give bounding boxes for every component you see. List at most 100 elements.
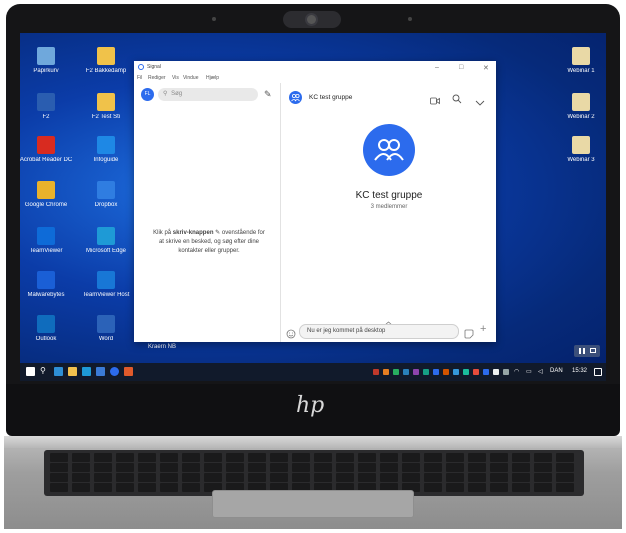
keyboard-key (380, 473, 398, 482)
menu-file[interactable]: Fil (137, 75, 142, 81)
group-avatar-large (363, 124, 415, 176)
tray-icon[interactable] (503, 369, 509, 375)
keyboard-key (72, 453, 90, 462)
taskview-icon[interactable] (54, 367, 63, 376)
touchpad (212, 490, 414, 518)
keyboard-key (226, 463, 244, 472)
tray-icon[interactable] (443, 369, 449, 375)
tray-icon[interactable] (463, 369, 469, 375)
screen-icon (590, 348, 596, 353)
tray-icon[interactable] (393, 369, 399, 375)
tray-icon[interactable] (493, 369, 499, 375)
desktop-icon[interactable]: Outlook (20, 315, 75, 343)
keyboard-key (490, 463, 508, 472)
desktop-icon[interactable]: TeamViewer (20, 227, 75, 255)
profile-avatar[interactable]: FL (141, 88, 154, 101)
desktop-icon[interactable]: F2 Bakkedamp (77, 47, 135, 75)
keyboard-key (358, 453, 376, 462)
battery-icon[interactable]: ▭ (526, 368, 535, 377)
desktop-icon[interactable]: F2 (20, 93, 75, 121)
tray-icon[interactable] (373, 369, 379, 375)
desktop-icon-label: Infoguide (93, 157, 119, 163)
menu-window[interactable]: Vindue (183, 75, 198, 81)
signal-window: Signal – □ ✕ Fil Rediger Vis Vindue Hjæl… (134, 61, 496, 342)
keyboard-key (50, 473, 68, 482)
keyboard-key (116, 453, 134, 462)
tray-icon[interactable] (413, 369, 419, 375)
attach-plus-icon[interactable]: + (480, 323, 486, 335)
app-icon (37, 227, 55, 245)
overlay-controls[interactable] (574, 345, 600, 357)
tray-icon[interactable] (423, 369, 429, 375)
maximize-button[interactable]: □ (459, 64, 463, 71)
conversation-title[interactable]: KC test gruppe (309, 94, 352, 101)
desktop-icon[interactable]: Webinar 3 (552, 136, 606, 164)
menu-view[interactable]: Vis (172, 75, 179, 81)
keyboard-key (72, 463, 90, 472)
desktop-icon[interactable]: Infoguide (77, 136, 135, 164)
app-icon[interactable] (124, 367, 133, 376)
volume-icon[interactable]: ◁ (538, 368, 547, 377)
keyboard-key (160, 483, 178, 492)
keyboard-key (182, 463, 200, 472)
menu-bar: Fil Rediger Vis Vindue Hjælp (134, 73, 496, 83)
desktop-icon[interactable]: F2 Test Sti (77, 93, 135, 121)
notification-icon[interactable] (594, 368, 602, 376)
clock[interactable]: 15:32 (572, 368, 587, 374)
desktop-icon-label: TeamViewer (29, 248, 63, 254)
desktop-icon[interactable]: Acrobat Reader DC (20, 136, 75, 164)
search-icon[interactable]: ⚲ (40, 366, 49, 375)
signal-taskbar-icon[interactable] (110, 367, 119, 376)
desktop-icon[interactable]: Webinar 2 (552, 93, 606, 121)
tray-icon[interactable] (453, 369, 459, 375)
desktop-icon[interactable]: Webinar 1 (552, 47, 606, 75)
language-indicator[interactable]: DAN (550, 368, 563, 374)
sticker-icon[interactable] (464, 326, 474, 344)
window-title: Signal (147, 64, 161, 70)
keyboard-key (204, 473, 222, 482)
menu-help[interactable]: Hjælp (206, 75, 219, 81)
tray-icon[interactable] (383, 369, 389, 375)
keyboard-key (490, 453, 508, 462)
tray-icon[interactable] (473, 369, 479, 375)
desktop-icon[interactable]: TeamViewer Host (77, 271, 135, 299)
app-icon (97, 181, 115, 199)
desktop-icon[interactable]: Microsoft Edge (77, 227, 135, 255)
keyboard-key (314, 453, 332, 462)
wifi-icon[interactable]: ◠ (514, 368, 523, 377)
desktop-icon[interactable]: Dropbox (77, 181, 135, 209)
minimize-button[interactable]: – (435, 64, 439, 71)
close-button[interactable]: ✕ (483, 64, 489, 72)
compose-pencil-icon[interactable]: ✎ (264, 89, 272, 100)
message-input[interactable]: Nu er jeg kommet på desktop (299, 324, 459, 339)
tray-icon[interactable] (403, 369, 409, 375)
keyboard-key (160, 473, 178, 482)
keyboard-key (248, 453, 266, 462)
outlook-icon[interactable] (96, 367, 105, 376)
group-avatar-small[interactable] (289, 91, 302, 104)
desktop-icon[interactable]: Malwarebytes (20, 271, 75, 299)
keyboard-key (358, 463, 376, 472)
video-call-icon[interactable] (430, 92, 440, 110)
search-input[interactable]: ⚲ Søg (158, 88, 258, 101)
windows-start-icon[interactable] (26, 367, 35, 376)
edge-icon[interactable] (82, 367, 91, 376)
tray-icon[interactable] (433, 369, 439, 375)
emoji-icon[interactable] (286, 326, 296, 344)
keyboard-key (424, 463, 442, 472)
conversation-list-pane: FL ⚲ Søg ✎ Klik på skriv-knappen ✎ ovens… (134, 83, 281, 342)
keyboard-key (204, 453, 222, 462)
chevron-down-icon[interactable] (475, 93, 485, 111)
desktop-icon-label: TeamViewer Host (82, 292, 130, 298)
keyboard-key (94, 483, 112, 492)
tray-icon[interactable] (483, 369, 489, 375)
desktop-icon[interactable]: Word (77, 315, 135, 343)
search-icon[interactable] (452, 91, 462, 109)
file-explorer-icon[interactable] (68, 367, 77, 376)
desktop-icon-label: F2 Bakkedamp (85, 68, 127, 74)
menu-edit[interactable]: Rediger (148, 75, 166, 81)
desktop-icon-label: Kraern NB (148, 344, 177, 350)
hp-logo: hp (296, 393, 325, 418)
desktop-icon[interactable]: Papirkurv (20, 47, 75, 75)
desktop-icon[interactable]: Google Chrome (20, 181, 75, 209)
